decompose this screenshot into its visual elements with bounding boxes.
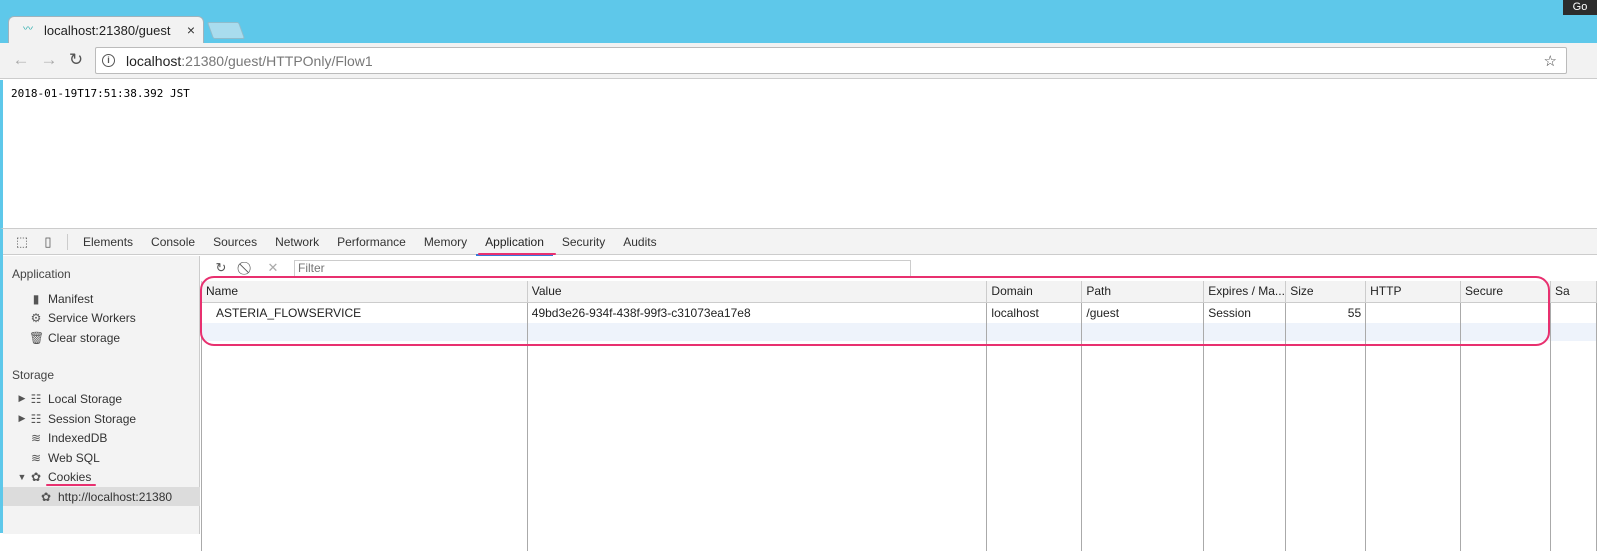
forward-arrow-icon[interactable]: → [40, 51, 58, 69]
column-header-domain[interactable]: Domain [986, 281, 1083, 303]
sidebar-item-label: IndexedDB [48, 430, 108, 445]
tab-title: localhost:21380/guest [44, 22, 171, 38]
bookmark-star-icon[interactable]: ☆ [1544, 52, 1557, 70]
tab-close-icon[interactable]: × [187, 22, 195, 38]
database-icon: ≋ [30, 430, 42, 445]
grid-icon: ☷ [30, 391, 42, 406]
site-info-icon[interactable]: i [102, 54, 115, 67]
cell-name: ASTERIA_FLOWSERVICE [201, 302, 528, 323]
expand-arrow-icon[interactable]: ▶ [17, 413, 27, 424]
sidebar-item-cookie-origin[interactable]: ✿ http://localhost:21380 [3, 487, 200, 506]
cell-value: 49bd3e26-934f-438f-99f3-c31073ea17e8 [526, 302, 988, 323]
cell-domain: localhost [986, 302, 1083, 323]
sidebar-item-label: Clear storage [48, 330, 121, 345]
devtools-panel: ⬚ ▯ Elements Console Sources Network Per… [0, 228, 1597, 551]
tab-application[interactable]: Application [476, 229, 553, 256]
sidebar-item-cookies[interactable]: ▼ ✿ Cookies [3, 467, 200, 486]
sidebar-heading-storage: Storage [12, 368, 55, 382]
sidebar-item-label: Session Storage [48, 411, 137, 426]
sidebar-item-local-storage[interactable]: ▶ ☷ Local Storage [3, 389, 200, 408]
cell-samesite [1549, 302, 1597, 323]
application-sidebar: Application ▮ Manifest ⚙ Service Workers… [3, 256, 200, 534]
go-button[interactable]: Go [1563, 0, 1597, 15]
trash-icon: 🗑 [29, 330, 45, 345]
cookie-icon: ✿ [30, 469, 42, 484]
column-header-path[interactable]: Path [1081, 281, 1205, 303]
back-arrow-icon[interactable]: ← [12, 51, 30, 69]
delete-selected-icon[interactable]: ✕ [262, 260, 284, 276]
address-bar[interactable]: i localhost:21380/guest/HTTPOnly/Flow1 ☆ [95, 47, 1567, 74]
page-timestamp: 2018-01-19T17:51:38.392 JST [11, 87, 190, 100]
collapse-arrow-icon[interactable]: ▼ [17, 472, 27, 482]
sidebar-heading-application: Application [12, 267, 71, 281]
toolbar-divider [67, 233, 68, 250]
filter-input[interactable] [294, 259, 911, 277]
devtools-tabbar: ⬚ ▯ Elements Console Sources Network Per… [3, 229, 1597, 256]
sidebar-item-label: http://localhost:21380 [58, 489, 173, 504]
sidebar-item-service-workers[interactable]: ⚙ Service Workers [3, 308, 200, 327]
tab-security[interactable]: Security [553, 229, 614, 255]
cell-size: 55 [1285, 302, 1367, 323]
sidebar-item-clear-storage[interactable]: 🗑 Clear storage [3, 328, 200, 347]
sidebar-item-label: Web SQL [48, 450, 100, 465]
browser-tab[interactable]: 〰 localhost:21380/guest × [8, 16, 204, 43]
sidebar-item-session-storage[interactable]: ▶ ☷ Session Storage [3, 409, 200, 428]
new-tab-button[interactable] [206, 22, 246, 39]
sidebar-item-label: Cookies [48, 469, 92, 484]
tab-performance[interactable]: Performance [328, 229, 415, 255]
reload-icon[interactable]: ↻ [67, 51, 85, 69]
sidebar-item-label: Local Storage [48, 391, 123, 406]
table-row[interactable]: ASTERIA_FLOWSERVICE 49bd3e26-934f-438f-9… [201, 302, 1597, 323]
column-header-secure[interactable]: Secure [1460, 281, 1551, 303]
gear-icon: ⚙ [30, 310, 42, 325]
browser-titlebar: 〰 localhost:21380/guest × Go [0, 0, 1597, 43]
page-viewport: 2018-01-19T17:51:38.392 JST [0, 80, 1597, 228]
database-icon: ≋ [30, 450, 42, 465]
inspect-element-icon[interactable]: ⬚ [9, 229, 35, 255]
refresh-icon[interactable]: ↻ [210, 260, 232, 276]
tab-audits[interactable]: Audits [614, 229, 665, 255]
table-filler-row [201, 341, 1597, 551]
annotation-underline-application [478, 253, 556, 255]
cookies-filter-bar: ↻ ⃠ ✕ [201, 256, 1597, 280]
cookies-panel: ↻ ⃠ ✕ Name Value Domain Path Expires / M… [201, 256, 1597, 551]
clear-all-icon[interactable]: ⃠ [236, 260, 258, 276]
sidebar-item-web-sql[interactable]: ≋ Web SQL [3, 448, 200, 467]
tab-elements[interactable]: Elements [74, 229, 142, 255]
document-icon: ▮ [32, 291, 40, 306]
expand-arrow-icon[interactable]: ▶ [17, 393, 27, 404]
sidebar-item-manifest[interactable]: ▮ Manifest [3, 289, 200, 308]
sidebar-item-label: Service Workers [48, 310, 136, 325]
cell-http [1365, 302, 1462, 323]
url-host: localhost [126, 52, 182, 69]
cell-path: /guest [1081, 302, 1205, 323]
column-header-value[interactable]: Value [526, 281, 988, 303]
cell-expires: Session [1203, 302, 1287, 323]
table-empty-row [201, 323, 1597, 341]
tab-console[interactable]: Console [142, 229, 204, 255]
sidebar-item-label: Manifest [48, 291, 94, 306]
tab-memory[interactable]: Memory [415, 229, 476, 255]
table-header-row: Name Value Domain Path Expires / Ma... S… [201, 281, 1597, 303]
tab-sources[interactable]: Sources [204, 229, 266, 255]
column-header-name[interactable]: Name [201, 281, 528, 303]
cell-secure [1460, 302, 1551, 323]
tab-network[interactable]: Network [266, 229, 328, 255]
device-toolbar-icon[interactable]: ▯ [35, 229, 61, 255]
annotation-underline-cookies [46, 484, 96, 486]
grid-icon: ☷ [30, 411, 42, 426]
column-header-size[interactable]: Size [1285, 281, 1367, 303]
cookie-icon: ✿ [40, 489, 52, 504]
sidebar-item-indexeddb[interactable]: ≋ IndexedDB [3, 428, 200, 447]
cookies-table: Name Value Domain Path Expires / Ma... S… [201, 281, 1597, 551]
column-header-expires[interactable]: Expires / Ma... [1203, 281, 1287, 303]
browser-toolbar: ← → ↻ i localhost:21380/guest/HTTPOnly/F… [0, 43, 1597, 79]
column-header-samesite[interactable]: Sa [1549, 281, 1597, 303]
column-header-http[interactable]: HTTP [1365, 281, 1462, 303]
page-favicon-icon: 〰 [23, 24, 33, 35]
url-path: :21380/guest/HTTPOnly/Flow1 [181, 52, 373, 69]
